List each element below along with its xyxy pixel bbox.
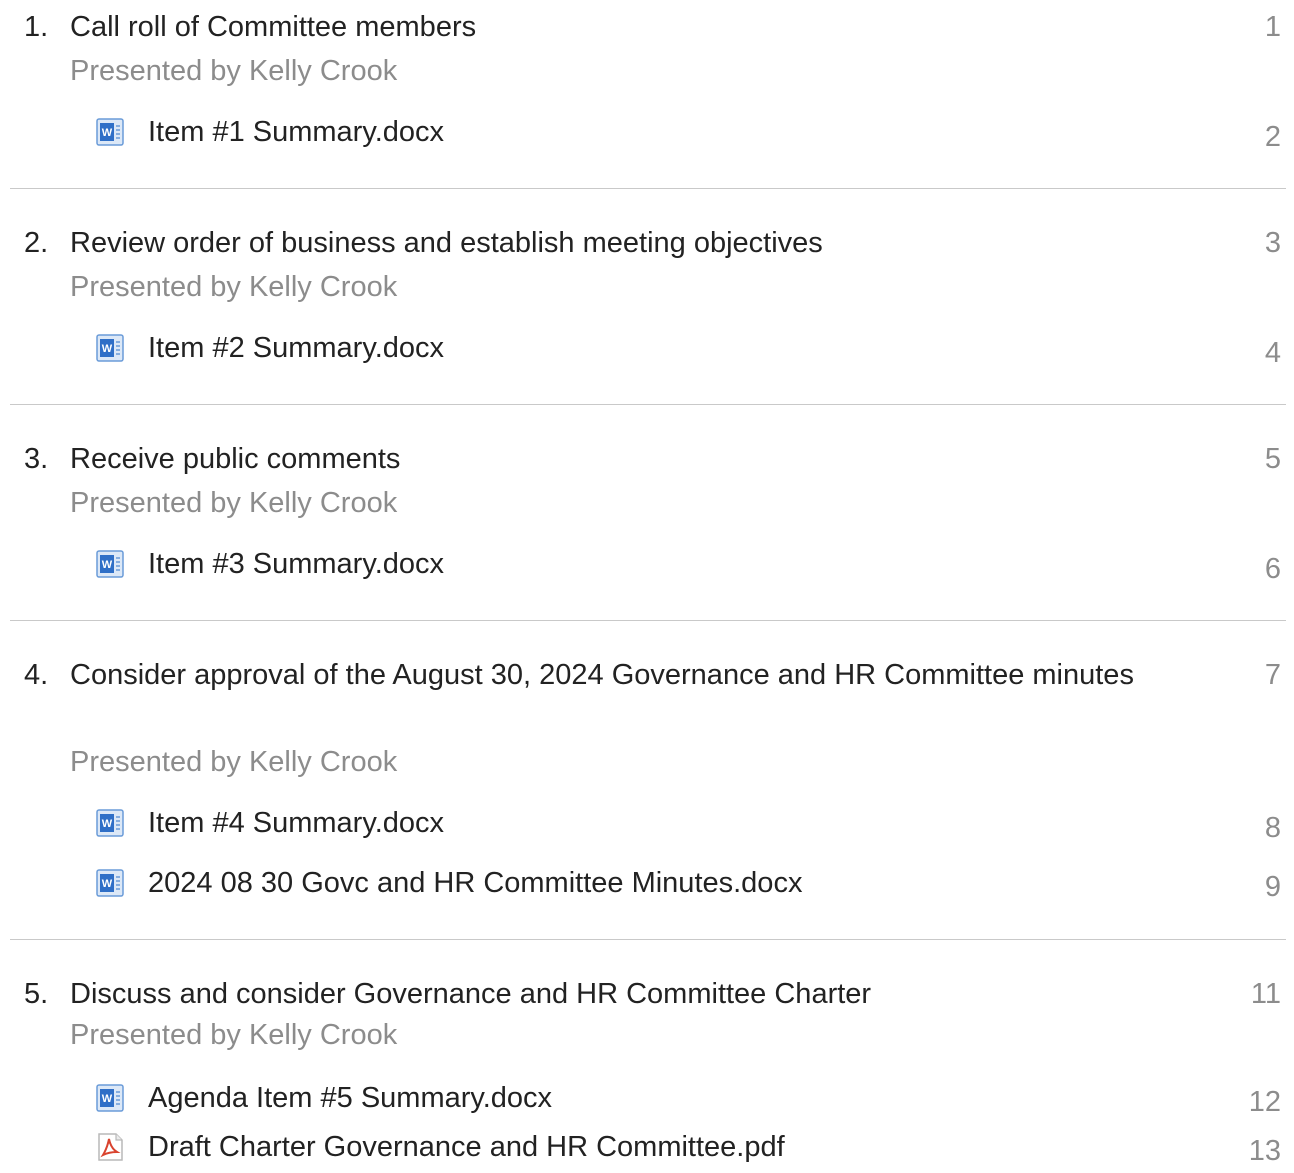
- page-number: 13: [1248, 1135, 1281, 1167]
- svg-text:W: W: [102, 559, 113, 571]
- page-number: 6: [1264, 553, 1281, 585]
- item-title[interactable]: Discuss and consider Governance and HR C…: [70, 973, 1180, 1015]
- item-number: 3.: [24, 443, 49, 475]
- attachment-label: Item #4 Summary.docx: [148, 807, 445, 839]
- item-presenter: Presented by Kelly Crook: [70, 1019, 398, 1051]
- item-number: 4.: [24, 659, 49, 691]
- word-doc-icon: W: [96, 809, 124, 837]
- attachment-label: Item #2 Summary.docx: [148, 332, 445, 364]
- page-number: 8: [1264, 812, 1281, 844]
- attachment-label: 2024 08 30 Govc and HR Committee Minutes…: [148, 867, 803, 899]
- attachment-link[interactable]: W Item #2 Summary.docx: [96, 327, 444, 369]
- word-doc-icon: W: [96, 869, 124, 897]
- item-title[interactable]: Consider approval of the August 30, 2024…: [70, 654, 1180, 696]
- page-number: 11: [1250, 978, 1281, 1010]
- svg-text:W: W: [102, 878, 113, 890]
- page-number: 5: [1264, 443, 1281, 475]
- item-number: 2.: [24, 227, 49, 259]
- page-number: 9: [1264, 871, 1281, 903]
- divider: [10, 404, 1286, 405]
- svg-text:W: W: [102, 343, 113, 355]
- attachment-label: Draft Charter Governance and HR Committe…: [148, 1131, 785, 1163]
- page-number: 7: [1264, 659, 1281, 691]
- page-number: 4: [1264, 337, 1281, 369]
- svg-text:W: W: [102, 1093, 113, 1105]
- divider: [10, 620, 1286, 621]
- attachment-link[interactable]: Draft Charter Governance and HR Committe…: [96, 1126, 785, 1168]
- attachment-link[interactable]: W Item #4 Summary.docx: [96, 802, 444, 844]
- item-presenter: Presented by Kelly Crook: [70, 271, 398, 303]
- item-presenter: Presented by Kelly Crook: [70, 746, 398, 778]
- attachment-link[interactable]: W Agenda Item #5 Summary.docx: [96, 1077, 552, 1119]
- pdf-doc-icon: [96, 1133, 124, 1161]
- page-number: 2: [1264, 121, 1281, 153]
- divider: [10, 939, 1286, 940]
- attachment-link[interactable]: W Item #1 Summary.docx: [96, 111, 444, 153]
- item-title[interactable]: Call roll of Committee members: [70, 6, 1180, 48]
- page-number: 1: [1264, 11, 1281, 43]
- word-doc-icon: W: [96, 1084, 124, 1112]
- item-number: 1.: [24, 11, 49, 43]
- item-title[interactable]: Receive public comments: [70, 438, 1180, 480]
- attachment-link[interactable]: W 2024 08 30 Govc and HR Committee Minut…: [96, 862, 802, 904]
- attachment-label: Agenda Item #5 Summary.docx: [148, 1082, 553, 1114]
- item-presenter: Presented by Kelly Crook: [70, 55, 398, 87]
- page-number: 12: [1248, 1086, 1281, 1118]
- word-doc-icon: W: [96, 550, 124, 578]
- attachment-link[interactable]: W Item #3 Summary.docx: [96, 543, 444, 585]
- svg-text:W: W: [102, 127, 113, 139]
- divider: [10, 188, 1286, 189]
- word-doc-icon: W: [96, 334, 124, 362]
- svg-text:W: W: [102, 818, 113, 830]
- attachment-label: Item #3 Summary.docx: [148, 548, 445, 580]
- item-title[interactable]: Review order of business and establish m…: [70, 222, 1180, 264]
- page-number: 3: [1264, 227, 1281, 259]
- item-presenter: Presented by Kelly Crook: [70, 487, 398, 519]
- word-doc-icon: W: [96, 118, 124, 146]
- item-number: 5.: [24, 978, 49, 1010]
- attachment-label: Item #1 Summary.docx: [148, 116, 445, 148]
